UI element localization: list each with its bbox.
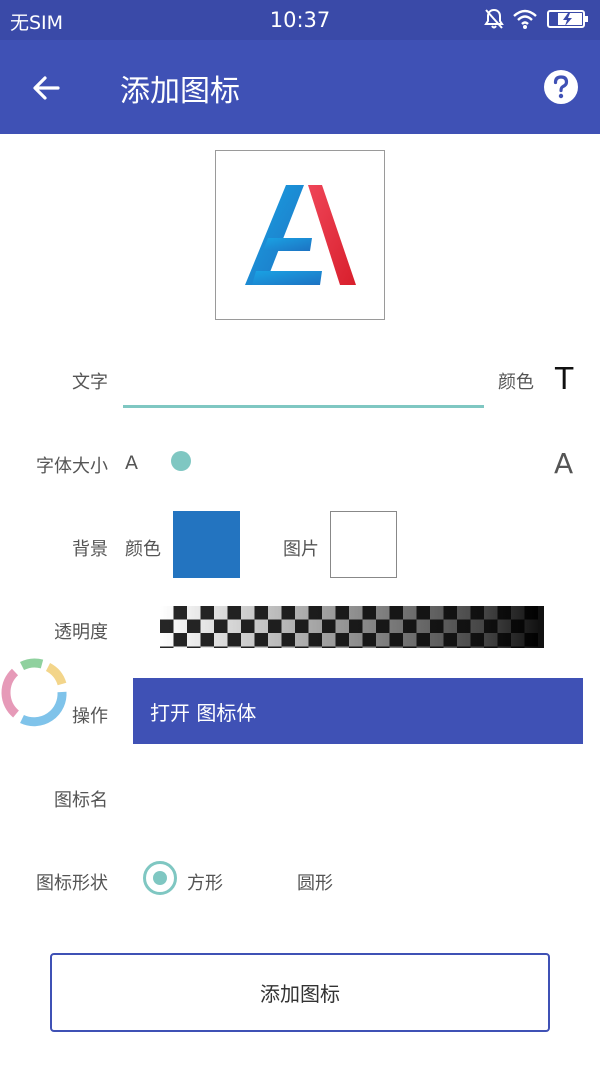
background-image-label: 图片 [283, 539, 319, 560]
status-icons [484, 8, 590, 30]
text-color-label[interactable]: 颜色 [498, 368, 534, 394]
status-bar: 无SIM 10:37 [0, 0, 600, 40]
icon-name-label: 图标名 [54, 790, 108, 811]
battery-charging-icon [547, 10, 588, 28]
wifi-icon [513, 9, 537, 29]
shape-square-radio[interactable] [143, 861, 177, 895]
floating-assistant-icon[interactable] [0, 656, 70, 728]
background-image-picker[interactable] [330, 511, 397, 578]
letter-a-logo [245, 185, 356, 285]
background-label: 背景 [72, 539, 108, 560]
icon-shape-label: 图标形状 [36, 873, 108, 894]
open-icon-font-button[interactable]: 打开 图标体 [133, 678, 583, 744]
help-circle-icon [544, 70, 578, 104]
back-button[interactable] [22, 64, 70, 112]
icon-preview [215, 150, 385, 320]
page-title: 添加图标 [120, 74, 240, 109]
app-bar: 添加图标 [0, 40, 600, 134]
opacity-slider-handle[interactable] [538, 606, 544, 648]
font-size-small-icon: A [125, 452, 138, 474]
help-button[interactable] [542, 68, 580, 106]
text-label: 文字 [72, 372, 108, 393]
text-color-icon[interactable]: T [555, 362, 573, 397]
opacity-label: 透明度 [54, 622, 108, 643]
background-color-swatch[interactable] [173, 511, 240, 578]
text-input[interactable] [123, 356, 484, 408]
shape-round-label[interactable]: 圆形 [297, 869, 333, 895]
background-color-label: 颜色 [125, 539, 161, 560]
font-size-large-icon: A [554, 447, 574, 480]
add-icon-button[interactable]: 添加图标 [50, 953, 550, 1032]
font-size-label: 字体大小 [36, 456, 108, 477]
font-size-slider-thumb[interactable] [171, 451, 191, 471]
opacity-slider[interactable] [160, 606, 544, 648]
shape-square-label[interactable]: 方形 [187, 869, 223, 895]
mute-bell-icon [484, 8, 504, 29]
arrow-left-icon [33, 76, 60, 100]
